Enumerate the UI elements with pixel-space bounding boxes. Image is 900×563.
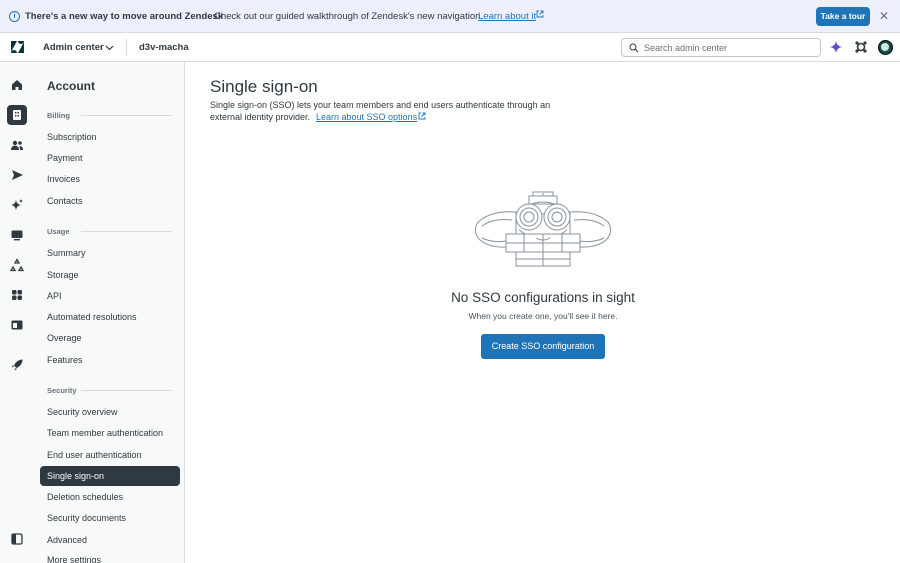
integrations-icon[interactable]: [10, 318, 24, 332]
nav-item-storage[interactable]: Storage: [40, 265, 180, 285]
learn-sso-link[interactable]: Learn about SSO options: [316, 112, 417, 122]
nav-item-summary[interactable]: Summary: [40, 243, 180, 263]
zendesk-logo-icon[interactable]: [10, 40, 25, 54]
account-name: d3v-macha: [139, 42, 189, 53]
nav-item-single-sign-on[interactable]: Single sign-on: [40, 466, 180, 486]
home-icon[interactable]: [10, 78, 24, 92]
banner-text: Check out our guided walkthrough of Zend…: [214, 11, 484, 22]
nav-item-features[interactable]: Features: [40, 350, 180, 370]
info-icon: i: [9, 11, 20, 22]
page-title: Single sign-on: [210, 77, 318, 96]
create-sso-button[interactable]: Create SSO configuration: [481, 334, 605, 359]
nav-item-more-settings[interactable]: More settings: [40, 550, 180, 563]
workspaces-icon[interactable]: [10, 228, 24, 242]
apps-icon[interactable]: [10, 288, 24, 302]
nav-group-billing: Billing: [47, 111, 70, 120]
nav-group-divider: [81, 390, 172, 391]
external-link-icon: [418, 112, 426, 120]
main-content: Single sign-on Single sign-on (SSO) lets…: [186, 62, 900, 563]
search-placeholder: Search admin center: [644, 43, 728, 53]
objects-icon[interactable]: [10, 258, 24, 272]
header-divider: [126, 39, 127, 56]
nav-item-contacts[interactable]: Contacts: [40, 191, 180, 211]
nav-group-divider: [81, 115, 172, 116]
nav-item-overage[interactable]: Overage: [40, 328, 180, 348]
ai-icon[interactable]: [10, 198, 24, 212]
page-description: Single sign-on (SSO) lets your team memb…: [210, 100, 551, 110]
empty-state-subtitle: When you create one, you'll see it here.: [468, 311, 618, 321]
nav-item-end-user-authentication[interactable]: End user authentication: [40, 445, 180, 465]
search-icon: [629, 43, 639, 53]
announcement-banner: i There's a new way to move around Zende…: [0, 0, 900, 33]
products-icon[interactable]: [854, 40, 868, 54]
nav-item-team-member-authentication[interactable]: Team member authentication: [40, 423, 180, 443]
nav-group-security: Security: [47, 386, 77, 395]
take-tour-button[interactable]: Take a tour: [816, 7, 870, 26]
nav-item-payment[interactable]: Payment: [40, 148, 180, 168]
account-icon[interactable]: [10, 108, 24, 122]
top-header: Admin center d3v-macha Search admin cent…: [0, 33, 900, 62]
banner-learn-link[interactable]: Learn about it: [478, 11, 536, 22]
primary-sidebar: [0, 62, 35, 563]
banner-title: There's a new way to move around Zendesk: [25, 11, 224, 22]
secondary-nav: Account Billing Subscription Payment Inv…: [35, 62, 185, 563]
chevron-down-icon[interactable]: [104, 42, 115, 53]
external-link-icon: [536, 10, 544, 18]
avatar[interactable]: [878, 40, 893, 55]
close-icon[interactable]: ✕: [878, 10, 890, 22]
nav-item-security-overview[interactable]: Security overview: [40, 402, 180, 422]
binoculars-illustration: [474, 191, 612, 267]
nav-item-automated-resolutions[interactable]: Automated resolutions: [40, 307, 180, 327]
search-input[interactable]: Search admin center: [621, 38, 821, 57]
getting-started-icon[interactable]: [10, 358, 24, 372]
nav-item-invoices[interactable]: Invoices: [40, 169, 180, 189]
nav-item-deletion-schedules[interactable]: Deletion schedules: [40, 487, 180, 507]
nav-title: Account: [47, 79, 95, 93]
product-switcher[interactable]: Admin center: [43, 42, 104, 53]
nav-group-usage: Usage: [47, 227, 70, 236]
nav-item-security-documents[interactable]: Security documents: [40, 508, 180, 528]
page-description-cont: external identity provider.: [210, 112, 311, 122]
collapse-sidebar-icon[interactable]: [10, 532, 24, 546]
nav-item-api[interactable]: API: [40, 286, 180, 306]
sparkle-icon[interactable]: [829, 40, 843, 54]
nav-group-divider: [81, 231, 172, 232]
nav-item-advanced[interactable]: Advanced: [40, 530, 180, 550]
empty-state-title: No SSO configurations in sight: [451, 290, 635, 305]
channels-icon[interactable]: [10, 168, 24, 182]
people-icon[interactable]: [10, 138, 24, 152]
nav-item-subscription[interactable]: Subscription: [40, 127, 180, 147]
